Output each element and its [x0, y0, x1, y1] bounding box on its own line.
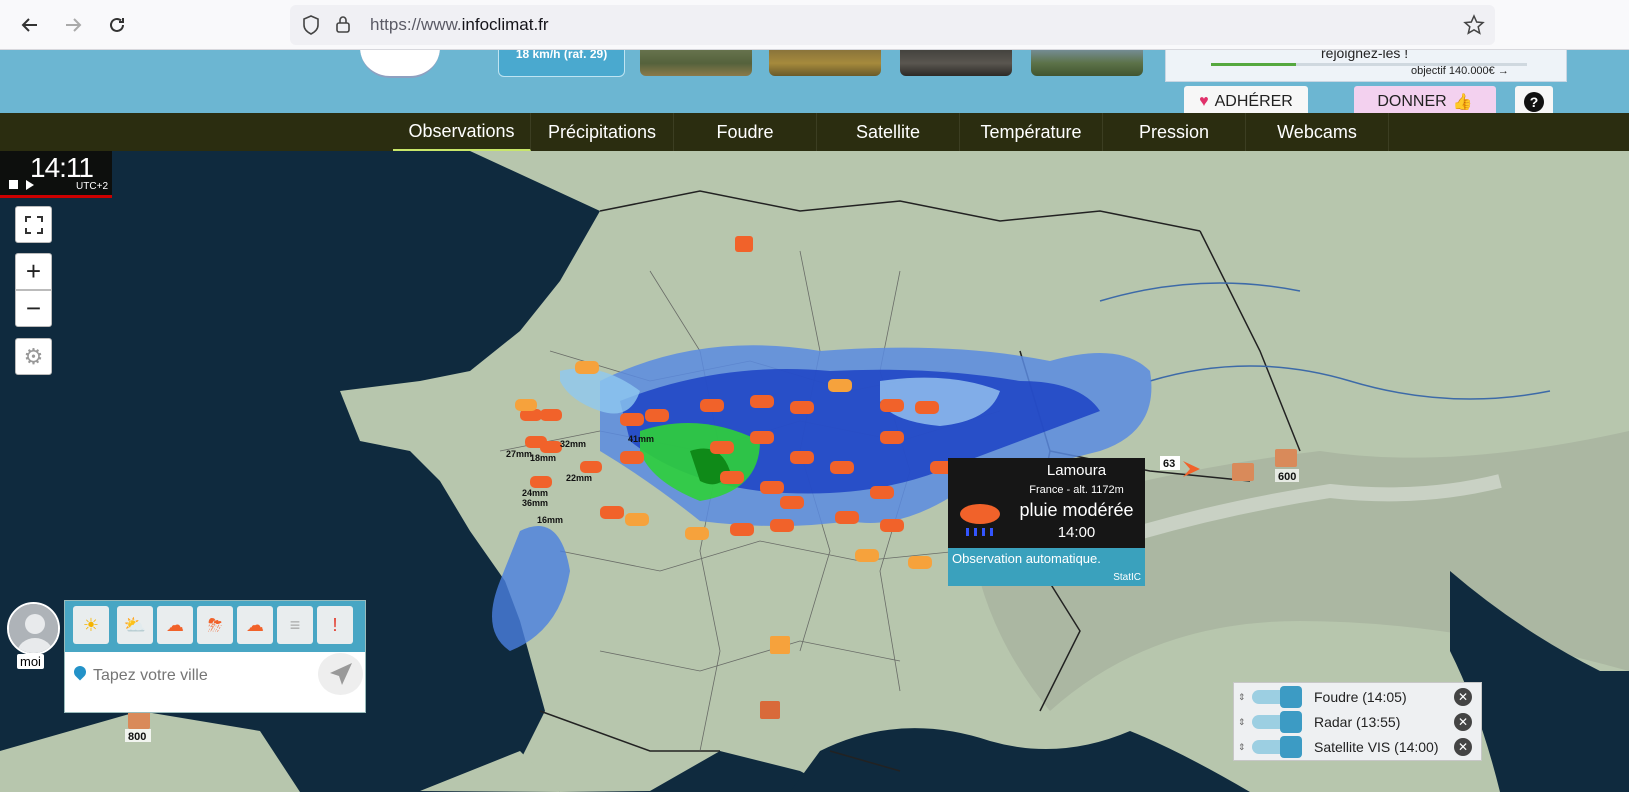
- precip-label-22: 22mm: [566, 473, 592, 483]
- reload-icon[interactable]: [102, 10, 132, 40]
- donation-promo[interactable]: rejoignez-les ! objectif 140.000€ →: [1165, 50, 1567, 82]
- help-icon: ?: [1524, 92, 1544, 112]
- precip-label-32: 32mm: [560, 439, 586, 449]
- me-label: moi: [17, 654, 44, 669]
- tab-observations[interactable]: Observations: [393, 113, 531, 151]
- weather-condition: pluie modérée: [1019, 500, 1134, 520]
- promo-progress-fill: [1211, 63, 1297, 66]
- drag-handle-icon[interactable]: ⇕: [1238, 742, 1252, 753]
- city-search-input[interactable]: [73, 661, 303, 691]
- rain-icon[interactable]: ☁: [157, 606, 193, 644]
- promo-goal: objectif 140.000€ →: [1411, 65, 1509, 77]
- temperature-warning-icon[interactable]: !: [317, 606, 353, 644]
- gear-icon: ⚙: [23, 343, 44, 369]
- station-popup[interactable]: Lamoura France - alt. 1172m pluie modéré…: [948, 458, 1145, 586]
- webcam-thumbnail[interactable]: [900, 50, 1012, 76]
- weather-icon-bar: ☀ ⛅ ☁ ⛈ ☁ ≡ !: [65, 601, 365, 652]
- layer-row-radar: ⇕ Radar (13:55) ✕: [1238, 710, 1478, 734]
- browser-toolbar: https://www.infoclimat.fr: [0, 0, 1629, 50]
- drag-handle-icon[interactable]: ⇕: [1238, 692, 1252, 703]
- station-altitude: France - alt. 1172m: [1029, 484, 1124, 496]
- altitude-label-63: 63: [1163, 458, 1175, 470]
- layer-label: Foudre (14:05): [1314, 689, 1407, 705]
- star-bookmark-icon[interactable]: [1463, 14, 1485, 41]
- layer-toggle[interactable]: [1252, 736, 1302, 758]
- precip-label-24: 24mm: [522, 488, 548, 498]
- layer-row-foudre: ⇕ Foudre (14:05) ✕: [1238, 685, 1478, 709]
- url-text: https://www.infoclimat.fr: [370, 15, 549, 34]
- shield-icon: [302, 15, 320, 40]
- close-icon[interactable]: ✕: [1454, 713, 1472, 731]
- station-name: Lamoura: [1046, 462, 1107, 479]
- precip-label-27: 27mm: [506, 449, 532, 459]
- stop-icon[interactable]: [9, 180, 18, 189]
- zoom-in-button[interactable]: +: [15, 253, 52, 290]
- play-icon[interactable]: [26, 180, 34, 190]
- webcam-thumbnail[interactable]: [640, 50, 752, 76]
- tab-temperature[interactable]: Température: [960, 113, 1103, 151]
- toggle-knob[interactable]: [1280, 711, 1302, 733]
- adherer-label: ADHÉRER: [1214, 93, 1293, 110]
- toggle-knob[interactable]: [1280, 736, 1302, 758]
- promo-text: rejoignez-les !: [1321, 50, 1409, 61]
- send-icon: [329, 663, 352, 685]
- clock-time: 14:11: [30, 152, 94, 183]
- webcam-thumbnail[interactable]: [769, 50, 881, 76]
- wind-info-box[interactable]: 18 km/h (raf. 29): [498, 50, 625, 77]
- altitude-label-800: 800: [128, 731, 146, 743]
- time-widget[interactable]: 14:11 UTC+2: [0, 151, 112, 198]
- rain-cloud-icon: [956, 498, 1004, 547]
- tab-pression[interactable]: Pression: [1103, 113, 1246, 151]
- popup-footer: Observation automatique. StatIC: [948, 548, 1145, 586]
- observation-type: Observation automatique.: [952, 551, 1101, 566]
- precip-label-41: 41mm: [628, 434, 654, 444]
- site-logo[interactable]: [360, 50, 440, 78]
- main-nav: Observations Précipitations Foudre Satel…: [0, 113, 1629, 151]
- heart-icon: ♥: [1199, 93, 1209, 110]
- observation-source: StatIC: [1113, 572, 1141, 583]
- settings-button[interactable]: ⚙: [15, 338, 52, 375]
- tab-webcams[interactable]: Webcams: [1246, 113, 1389, 151]
- layers-panel: ⇕ Foudre (14:05) ✕ ⇕ Radar (13:55) ✕ ⇕ S…: [1233, 682, 1482, 761]
- layer-toggle[interactable]: [1252, 686, 1302, 708]
- tab-precipitations[interactable]: Précipitations: [531, 113, 674, 151]
- lock-icon: [335, 14, 351, 39]
- altitude-label-600: 600: [1278, 471, 1296, 483]
- address-bar[interactable]: https://www.infoclimat.fr: [290, 5, 1495, 45]
- fog-icon[interactable]: ≡: [277, 606, 313, 644]
- close-icon[interactable]: ✕: [1454, 688, 1472, 706]
- storm-icon[interactable]: ⛈: [197, 606, 233, 644]
- forward-arrow-icon[interactable]: [58, 10, 88, 40]
- send-button[interactable]: [318, 653, 363, 695]
- observation-time: 14:00: [1057, 524, 1096, 541]
- timezone-label: UTC+2: [76, 181, 108, 192]
- sunny-icon[interactable]: ☀: [73, 606, 109, 644]
- drag-handle-icon[interactable]: ⇕: [1238, 717, 1252, 728]
- layer-label: Satellite VIS (14:00): [1314, 739, 1439, 755]
- precip-label-16: 16mm: [537, 515, 563, 525]
- zoom-out-button[interactable]: −: [15, 290, 52, 327]
- webcam-thumbnail[interactable]: [1031, 50, 1143, 76]
- close-icon[interactable]: ✕: [1454, 738, 1472, 756]
- donner-label: DONNER: [1377, 93, 1447, 110]
- precip-label-18: 18mm: [530, 453, 556, 463]
- precip-label-36: 36mm: [522, 498, 548, 508]
- fullscreen-button[interactable]: [15, 206, 52, 243]
- toggle-knob[interactable]: [1280, 686, 1302, 708]
- layer-toggle[interactable]: [1252, 711, 1302, 733]
- fullscreen-icon: [24, 215, 43, 234]
- partly-cloudy-icon[interactable]: ⛅: [117, 606, 153, 644]
- hail-icon[interactable]: ☁: [237, 606, 273, 644]
- layer-row-satellite: ⇕ Satellite VIS (14:00) ✕: [1238, 735, 1478, 759]
- layer-label: Radar (13:55): [1314, 714, 1401, 730]
- weather-report-panel: ☀ ⛅ ☁ ⛈ ☁ ≡ !: [64, 600, 366, 713]
- avatar[interactable]: [7, 602, 60, 655]
- thumbs-up-icon: 👍: [1452, 94, 1473, 111]
- wind-label: 18 km/h (raf. 29): [515, 50, 608, 61]
- tab-foudre[interactable]: Foudre: [674, 113, 817, 151]
- tab-satellite[interactable]: Satellite: [817, 113, 960, 151]
- back-arrow-icon[interactable]: [15, 10, 45, 40]
